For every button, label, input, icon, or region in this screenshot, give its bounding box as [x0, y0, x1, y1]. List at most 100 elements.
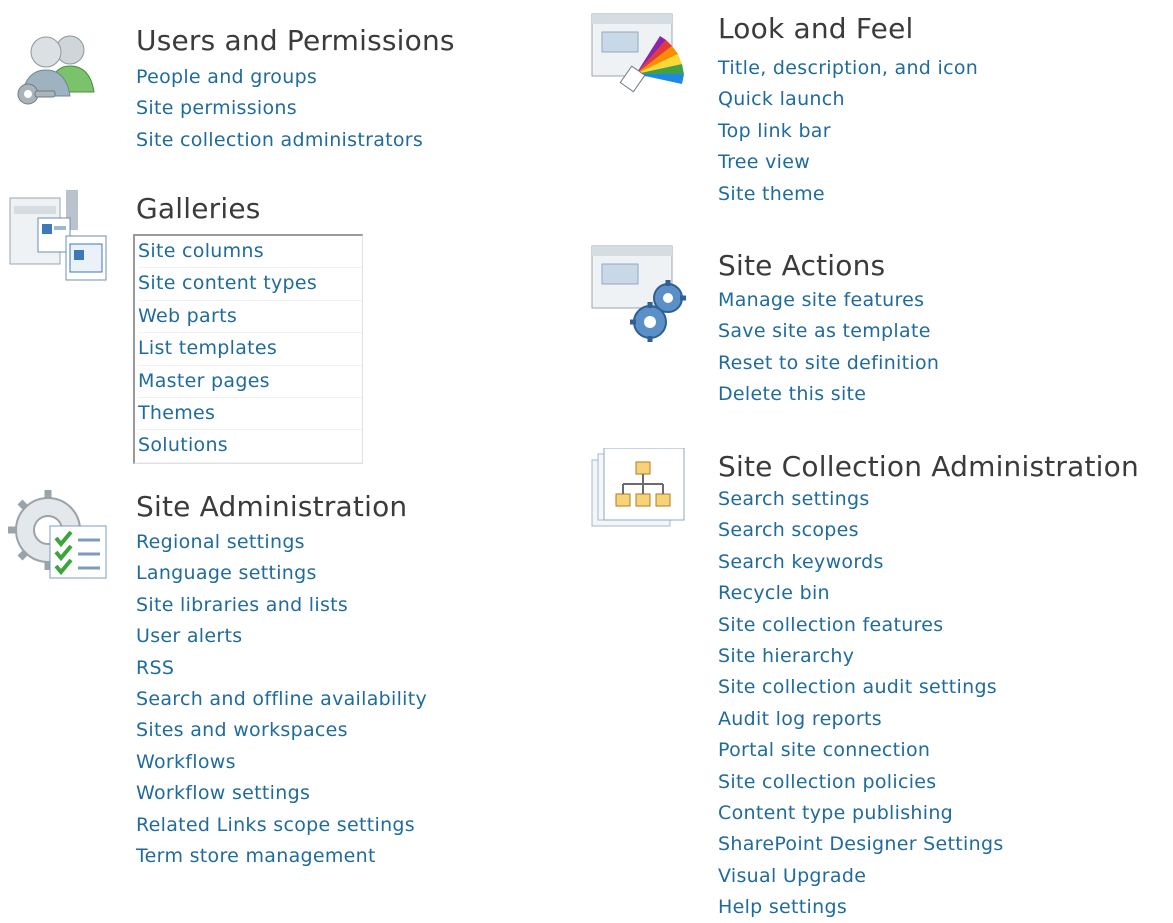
link-top-link-bar[interactable]: Top link bar [718, 120, 831, 142]
link-rss[interactable]: RSS [136, 657, 174, 679]
site-collection-administration-links: Search settings Search scopes Search key… [718, 484, 1004, 923]
list-item: Regional settings [136, 527, 427, 558]
list-item: Save site as template [718, 316, 939, 347]
look-and-feel-title: Look and Feel [718, 12, 914, 45]
link-site-collection-administrators[interactable]: Site collection administrators [136, 129, 423, 151]
link-search-keywords[interactable]: Search keywords [718, 551, 884, 573]
list-item: Search keywords [718, 547, 1004, 578]
link-visual-upgrade[interactable]: Visual Upgrade [718, 865, 866, 887]
link-regional-settings[interactable]: Regional settings [136, 531, 305, 553]
link-site-collection-features[interactable]: Site collection features [718, 614, 943, 636]
galleries-links-box: Site columns Site content types Web part… [133, 234, 363, 464]
link-content-type-publishing[interactable]: Content type publishing [718, 802, 953, 824]
link-language-settings[interactable]: Language settings [136, 562, 317, 584]
list-item: Reset to site definition [718, 348, 939, 379]
users-permissions-title: Users and Permissions [136, 24, 455, 57]
galleries-title: Galleries [136, 192, 261, 225]
list-item: Site content types [138, 268, 362, 301]
site-actions-links: Manage site features Save site as templa… [718, 285, 939, 411]
link-save-site-as-template[interactable]: Save site as template [718, 320, 931, 342]
link-web-parts[interactable]: Web parts [138, 305, 237, 327]
link-site-permissions[interactable]: Site permissions [136, 97, 297, 119]
site-administration-title: Site Administration [136, 490, 408, 523]
color-palette-icon [588, 10, 692, 118]
hierarchy-icon [590, 447, 694, 544]
users-permissions-links: People and groups Site permissions Site … [136, 62, 423, 156]
list-item: Search settings [718, 484, 1004, 515]
link-site-collection-policies[interactable]: Site collection policies [718, 771, 936, 793]
link-recycle-bin[interactable]: Recycle bin [718, 582, 830, 604]
link-site-theme[interactable]: Site theme [718, 183, 825, 205]
link-reset-to-site-definition[interactable]: Reset to site definition [718, 352, 939, 374]
link-help-settings[interactable]: Help settings [718, 896, 847, 918]
link-site-hierarchy[interactable]: Site hierarchy [718, 645, 854, 667]
site-administration-links: Regional settings Language settings Site… [136, 527, 427, 872]
list-item: Portal site connection [718, 735, 1004, 766]
link-site-content-types[interactable]: Site content types [138, 272, 317, 294]
list-item: Language settings [136, 558, 427, 589]
link-themes[interactable]: Themes [138, 402, 215, 424]
list-item: Site permissions [136, 93, 423, 124]
list-item: Tree view [718, 147, 978, 178]
list-item: Visual Upgrade [718, 861, 1004, 892]
link-user-alerts[interactable]: User alerts [136, 625, 242, 647]
link-site-libraries-and-lists[interactable]: Site libraries and lists [136, 594, 348, 616]
list-item: List templates [138, 333, 362, 366]
list-item: Site collection features [718, 610, 1004, 641]
list-item: Solutions [138, 430, 362, 463]
gears-icon [588, 242, 692, 350]
link-audit-log-reports[interactable]: Audit log reports [718, 708, 882, 730]
list-item: SharePoint Designer Settings [718, 829, 1004, 860]
link-search-settings[interactable]: Search settings [718, 488, 870, 510]
link-manage-site-features[interactable]: Manage site features [718, 289, 924, 311]
list-item: Site hierarchy [718, 641, 1004, 672]
list-item: Themes [138, 398, 362, 431]
link-title-description-and-icon[interactable]: Title, description, and icon [718, 57, 978, 79]
list-item: Related Links scope settings [136, 810, 427, 841]
link-master-pages[interactable]: Master pages [138, 370, 270, 392]
list-item: People and groups [136, 62, 423, 93]
site-collection-administration-title: Site Collection Administration [718, 450, 1139, 483]
link-workflows[interactable]: Workflows [136, 751, 236, 773]
link-workflow-settings[interactable]: Workflow settings [136, 782, 310, 804]
link-delete-this-site[interactable]: Delete this site [718, 383, 866, 405]
settings-checklist-icon [8, 486, 112, 590]
list-item: Content type publishing [718, 798, 1004, 829]
list-item: Site collection audit settings [718, 672, 1004, 703]
list-item: Site libraries and lists [136, 590, 427, 621]
list-item: Workflow settings [136, 778, 427, 809]
link-portal-site-connection[interactable]: Portal site connection [718, 739, 930, 761]
galleries-links: Site columns Site content types Web part… [138, 236, 362, 463]
list-item: Quick launch [718, 84, 978, 115]
galleries-icon [8, 188, 112, 296]
list-item: Recycle bin [718, 578, 1004, 609]
list-item: RSS [136, 653, 427, 684]
link-site-collection-audit-settings[interactable]: Site collection audit settings [718, 676, 997, 698]
link-tree-view[interactable]: Tree view [718, 151, 810, 173]
list-item: User alerts [136, 621, 427, 652]
list-item: Site collection policies [718, 767, 1004, 798]
look-and-feel-links: Title, description, and icon Quick launc… [718, 53, 978, 210]
link-search-scopes[interactable]: Search scopes [718, 519, 859, 541]
link-search-and-offline-availability[interactable]: Search and offline availability [136, 688, 427, 710]
list-item: Web parts [138, 301, 362, 334]
list-item: Help settings [718, 892, 1004, 923]
list-item: Title, description, and icon [718, 53, 978, 84]
list-item: Audit log reports [718, 704, 1004, 735]
link-quick-launch[interactable]: Quick launch [718, 88, 845, 110]
list-item: Manage site features [718, 285, 939, 316]
link-people-and-groups[interactable]: People and groups [136, 66, 317, 88]
list-item: Top link bar [718, 116, 978, 147]
link-list-templates[interactable]: List templates [138, 337, 277, 359]
link-solutions[interactable]: Solutions [138, 434, 228, 456]
link-site-columns[interactable]: Site columns [138, 240, 264, 262]
link-sharepoint-designer-settings[interactable]: SharePoint Designer Settings [718, 833, 1004, 855]
list-item: Master pages [138, 366, 362, 398]
link-sites-and-workspaces[interactable]: Sites and workspaces [136, 719, 348, 741]
link-related-links-scope-settings[interactable]: Related Links scope settings [136, 814, 415, 836]
list-item: Workflows [136, 747, 427, 778]
list-item: Sites and workspaces [136, 715, 427, 746]
list-item: Site collection administrators [136, 125, 423, 156]
link-term-store-management[interactable]: Term store management [136, 845, 376, 867]
list-item: Term store management [136, 841, 427, 872]
